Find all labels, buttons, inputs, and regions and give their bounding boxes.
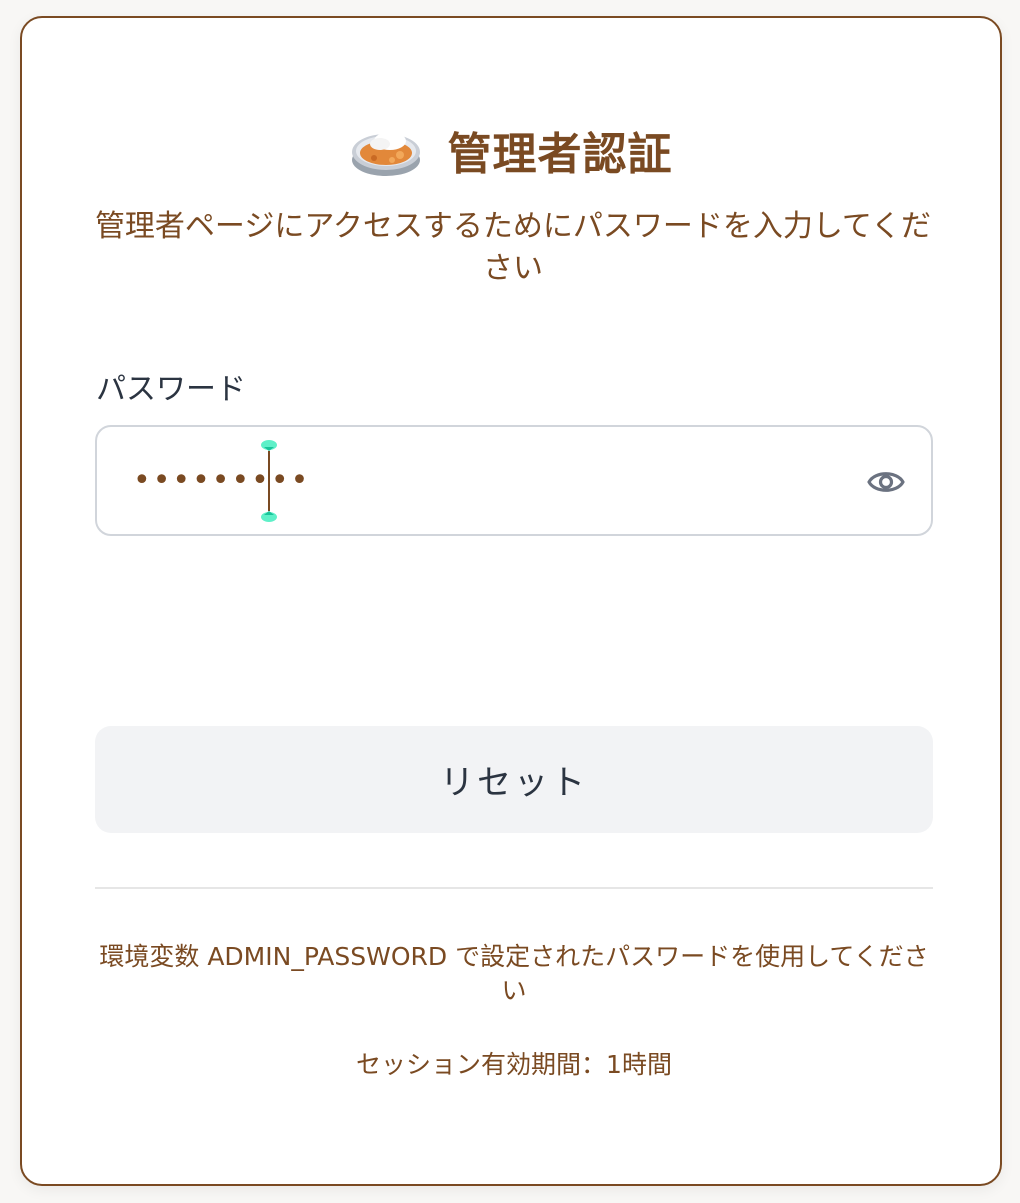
page-title: 管理者認証 [447, 129, 673, 180]
title-row: 管理者認証 [22, 110, 1000, 190]
eye-icon [867, 472, 905, 492]
password-hint: 環境変数 ADMIN_PASSWORD で設定されたパスワードを使用してください [99, 942, 929, 1005]
password-input[interactable]: ••••••••• [95, 425, 933, 536]
login-card: 管理者認証 管理者ページにアクセスするためにパスワードを入力してください パスワ… [20, 16, 1002, 1186]
session-duration: セッション有効期間：1時間 [356, 1050, 672, 1079]
password-label: パスワード [96, 372, 246, 407]
show-password-button[interactable] [865, 461, 907, 503]
password-value[interactable]: ••••••••• [133, 457, 310, 505]
curry-rice-icon [351, 132, 420, 176]
text-cursor-icon [261, 440, 277, 522]
page-subtitle: 管理者ページにアクセスするためにパスワードを入力してください [94, 209, 932, 286]
reset-button[interactable]: リセット [95, 726, 933, 833]
divider [95, 887, 933, 889]
